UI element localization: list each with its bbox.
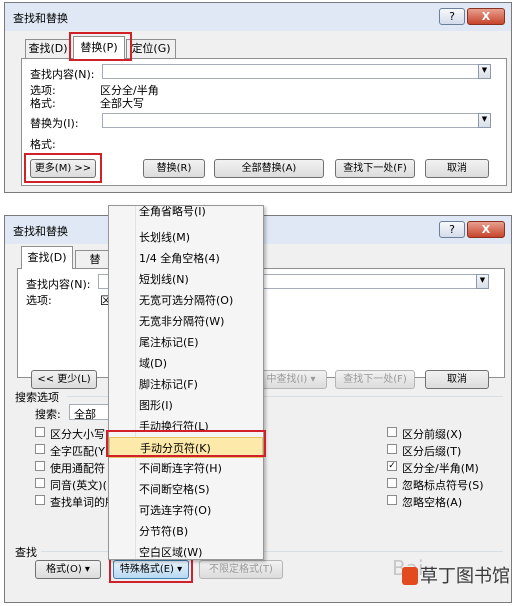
- dialog-title-2: 查找和替换: [13, 225, 68, 238]
- checkbox[interactable]: [387, 427, 397, 437]
- tab-replace-highlight: [69, 32, 132, 61]
- checkbox[interactable]: [387, 495, 397, 505]
- checkbox[interactable]: [35, 461, 45, 471]
- format-value: 全部大写: [100, 97, 144, 110]
- watermark-logo: 草丁图书馆: [402, 562, 510, 588]
- search-options-label: 搜索选项: [15, 391, 59, 404]
- menu-item-non-breaking-space[interactable]: 不间断空格(S): [109, 479, 263, 500]
- find-label: 查找内容(N):: [30, 68, 95, 81]
- checkbox[interactable]: [35, 444, 45, 454]
- menu-item-em-dash[interactable]: 长划线(M): [109, 227, 263, 248]
- format-button[interactable]: 格式(O) ▾: [35, 560, 101, 579]
- menu-item-field[interactable]: 域(D): [109, 353, 263, 374]
- replace-format-label: 格式:: [30, 138, 56, 151]
- special-format-menu: 全角省略号(I) 长划线(M) 1/4 全角空格(4) 短划线(N) 无宽可选分…: [108, 205, 264, 560]
- option-label: 同音(英文)(: [50, 479, 107, 492]
- search-dropdown[interactable]: 全部: [69, 404, 113, 421]
- tab-find[interactable]: 查找(D): [25, 39, 71, 58]
- menu-item-en-dash[interactable]: 短划线(N): [109, 269, 263, 290]
- option-label: 忽略标点符号(S): [402, 479, 484, 492]
- format-label: 格式:: [30, 97, 56, 110]
- option-label: 区分后缀(T): [402, 445, 462, 458]
- right-option-row[interactable]: 区分前缀(X): [387, 426, 497, 441]
- menu-item-optional-hyphen[interactable]: 可选连字符(O): [109, 500, 263, 521]
- close-button[interactable]: X: [467, 8, 505, 25]
- find-replace-dialog-1: 查找和替换 ? X 查找(D) 替换(P) 定位(G) 查找内容(N): ▼ 选…: [4, 2, 512, 193]
- find-next-button[interactable]: 查找下一处(F): [335, 159, 415, 178]
- replace-all-button[interactable]: 全部替换(A): [214, 159, 324, 178]
- left-option-row[interactable]: 使用通配符: [35, 460, 115, 475]
- checkbox[interactable]: [387, 478, 397, 488]
- find-input[interactable]: [102, 64, 480, 79]
- option-label: 查找单词的所: [50, 496, 116, 509]
- replace-label: 替换为(I):: [30, 117, 79, 130]
- options-label-2: 选项:: [26, 294, 52, 307]
- less-button[interactable]: << 更少(L): [31, 370, 97, 389]
- menu-item-endnote-mark[interactable]: 尾注标记(E): [109, 332, 263, 353]
- find-dropdown-arrow-2[interactable]: ▼: [476, 274, 489, 289]
- menu-item-footnote-mark[interactable]: 脚注标记(F): [109, 374, 263, 395]
- option-label: 区分大小写: [50, 428, 105, 441]
- menu-item-zero-width-optional-break[interactable]: 无宽可选分隔符(O): [109, 290, 263, 311]
- replace-button[interactable]: 替换(R): [143, 159, 205, 178]
- brand-logo-icon: [402, 567, 418, 585]
- help-button-2[interactable]: ?: [439, 221, 465, 238]
- option-label: 忽略空格(A): [402, 496, 463, 509]
- right-option-row[interactable]: 忽略标点符号(S): [387, 477, 497, 492]
- tab-goto[interactable]: 定位(G): [126, 39, 176, 58]
- find-dropdown-arrow[interactable]: ▼: [478, 64, 491, 79]
- find-in-button[interactable]: 中查找(I) ▾: [255, 370, 327, 389]
- checkbox[interactable]: [387, 444, 397, 454]
- tab-find-2[interactable]: 查找(D): [21, 246, 73, 269]
- manual-page-break-highlight: [106, 430, 266, 457]
- search-value: 全部: [74, 408, 96, 421]
- option-label: 全字匹配(Y): [50, 445, 110, 458]
- find-next-button-2[interactable]: 查找下一处(F): [335, 370, 415, 389]
- left-option-row[interactable]: 区分大小写: [35, 426, 115, 441]
- find-label-2: 查找内容(N):: [26, 278, 91, 291]
- right-option-row[interactable]: 区分后缀(T): [387, 443, 497, 458]
- help-button[interactable]: ?: [439, 8, 465, 25]
- option-label: 区分全/半角(M): [402, 462, 479, 475]
- menu-item-white-space[interactable]: 空白区域(W): [109, 542, 263, 559]
- cancel-button[interactable]: 取消: [425, 159, 489, 178]
- title-bar: 查找和替换 ? X: [5, 3, 511, 31]
- right-option-row[interactable]: 忽略空格(A): [387, 494, 497, 509]
- replace-dropdown-arrow[interactable]: ▼: [478, 113, 491, 128]
- watermark-brand-text: 草丁图书馆: [420, 566, 510, 587]
- close-button-2[interactable]: X: [467, 221, 505, 238]
- dialog-title: 查找和替换: [13, 12, 68, 25]
- find-group-label: 查找: [15, 546, 37, 559]
- menu-item-zero-width-non-break[interactable]: 无宽非分隔符(W): [109, 311, 263, 332]
- option-label: 区分前缀(X): [402, 428, 463, 441]
- left-option-row[interactable]: 查找单词的所: [35, 494, 116, 509]
- cancel-button-2[interactable]: 取消: [425, 370, 489, 389]
- replace-input[interactable]: [102, 113, 480, 128]
- checkbox[interactable]: [35, 495, 45, 505]
- checkbox[interactable]: [35, 478, 45, 488]
- menu-item-section-break[interactable]: 分节符(B): [109, 521, 263, 542]
- menu-item-non-breaking-hyphen[interactable]: 不间断连字符(H): [109, 458, 263, 479]
- right-option-row[interactable]: ✓ 区分全/半角(M): [387, 460, 497, 475]
- checkbox[interactable]: [35, 427, 45, 437]
- left-option-row[interactable]: 全字匹配(Y): [35, 443, 115, 458]
- left-option-row[interactable]: 同音(英文)(: [35, 477, 115, 492]
- option-label: 使用通配符: [50, 462, 105, 475]
- menu-item-graphic[interactable]: 图形(I): [109, 395, 263, 416]
- more-button-highlight: [24, 153, 102, 183]
- no-format-button[interactable]: 不限定格式(T): [199, 560, 283, 579]
- menu-item-full-ellipsis[interactable]: 全角省略号(I): [109, 206, 263, 222]
- checkbox-checked[interactable]: ✓: [387, 461, 397, 471]
- search-label: 搜索:: [35, 408, 61, 421]
- menu-item-quarter-em-space[interactable]: 1/4 全角空格(4): [109, 248, 263, 269]
